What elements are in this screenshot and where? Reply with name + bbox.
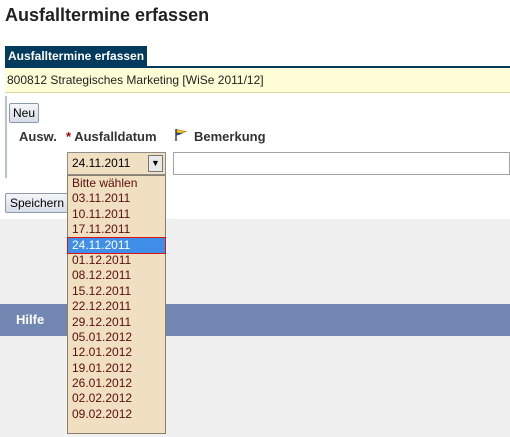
dropdown-option[interactable]: 15.12.2011 (68, 284, 165, 299)
column-header-date-label: Ausfalldatum (74, 129, 157, 144)
dropdown-option-selected[interactable]: 24.11.2011 (67, 236, 166, 254)
section-tab: Ausfalltermine erfassen (5, 46, 148, 66)
form-left-rule (5, 96, 7, 178)
dropdown-option[interactable]: 22.12.2011 (68, 299, 165, 314)
page-title: Ausfalltermine erfassen (5, 5, 210, 25)
dropdown-option[interactable]: 26.01.2012 (68, 376, 165, 391)
dropdown-option[interactable]: 05.01.2012 (68, 330, 165, 345)
dropdown-option[interactable]: 10.11.2011 (68, 207, 165, 222)
required-marker: * (66, 129, 72, 144)
dropdown-option[interactable]: 08.12.2011 (68, 268, 165, 283)
flag-icon (175, 129, 188, 141)
dropdown-option[interactable]: 19.01.2012 (68, 361, 165, 376)
column-header-remark: Bemerkung (194, 129, 266, 144)
dropdown-option[interactable]: 12.01.2012 (68, 345, 165, 360)
dropdown-option[interactable]: 03.11.2011 (68, 191, 165, 206)
column-header-select: Ausw. (19, 129, 57, 144)
course-info-bar: 800812 Strategisches Marketing [WiSe 201… (5, 68, 510, 93)
dropdown-option[interactable]: 09.02.2012 (68, 407, 165, 422)
column-header-date: * Ausfalldatum (66, 129, 157, 144)
course-info-text: 800812 Strategisches Marketing [WiSe 201… (7, 73, 264, 87)
date-select[interactable]: 24.11.2011 ▼ (67, 152, 166, 175)
dropdown-option[interactable]: 02.02.2012 (68, 391, 165, 406)
date-select-value: 24.11.2011 (72, 156, 131, 170)
dropdown-option[interactable]: 17.11.2011 (68, 222, 165, 237)
new-button[interactable]: Neu (9, 103, 39, 123)
dropdown-option-placeholder[interactable]: Bitte wählen (68, 176, 165, 191)
help-label: Hilfe (16, 312, 45, 327)
save-button[interactable]: Speichern (5, 193, 69, 213)
dropdown-option[interactable]: 29.12.2011 (68, 315, 165, 330)
dropdown-option[interactable]: 01.12.2011 (68, 253, 165, 268)
chevron-down-icon[interactable]: ▼ (148, 155, 163, 172)
date-dropdown-list[interactable]: Bitte wählen 03.11.2011 10.11.2011 17.11… (67, 175, 166, 434)
remark-input[interactable] (173, 152, 510, 175)
